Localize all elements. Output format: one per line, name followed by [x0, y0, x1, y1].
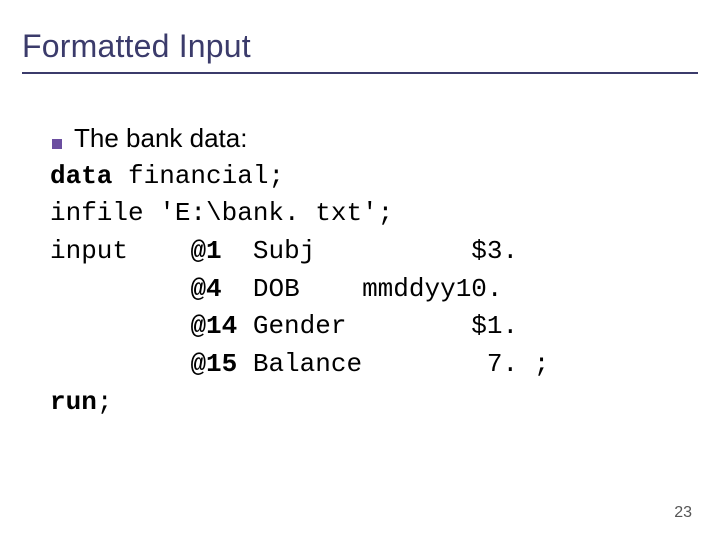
kw-run: run	[50, 387, 97, 417]
bullet-line: The bank data:	[50, 120, 670, 158]
slide-title: Formatted Input	[22, 28, 251, 65]
code-l5-prefix	[50, 311, 190, 341]
slide-body: The bank data: data financial; infile 'E…	[50, 120, 670, 422]
title-underline	[22, 72, 698, 74]
bullet-text: The bank data:	[74, 120, 247, 158]
kw-at4: @4	[190, 274, 221, 304]
code-l6-rest: Balance 7. ;	[237, 349, 549, 379]
slide: Formatted Input The bank data: data fina…	[0, 0, 720, 540]
code-data-rest: financial;	[112, 161, 284, 191]
code-l6-prefix	[50, 349, 190, 379]
kw-at14: @14	[190, 311, 237, 341]
kw-at15: @15	[190, 349, 237, 379]
code-l4-prefix	[50, 274, 190, 304]
code-block: data financial; infile 'E:\bank. txt'; i…	[50, 158, 670, 422]
bullet-icon	[52, 139, 62, 149]
kw-data: data	[50, 161, 112, 191]
code-l3-rest: Subj $3.	[222, 236, 518, 266]
code-run-semi: ;	[97, 387, 113, 417]
code-l5-rest: Gender $1.	[237, 311, 518, 341]
code-input-prefix: input	[50, 236, 190, 266]
code-infile: infile 'E:\bank. txt';	[50, 198, 393, 228]
kw-at1: @1	[190, 236, 221, 266]
page-number: 23	[674, 504, 692, 522]
code-l4-rest: DOB mmddyy10.	[222, 274, 503, 304]
